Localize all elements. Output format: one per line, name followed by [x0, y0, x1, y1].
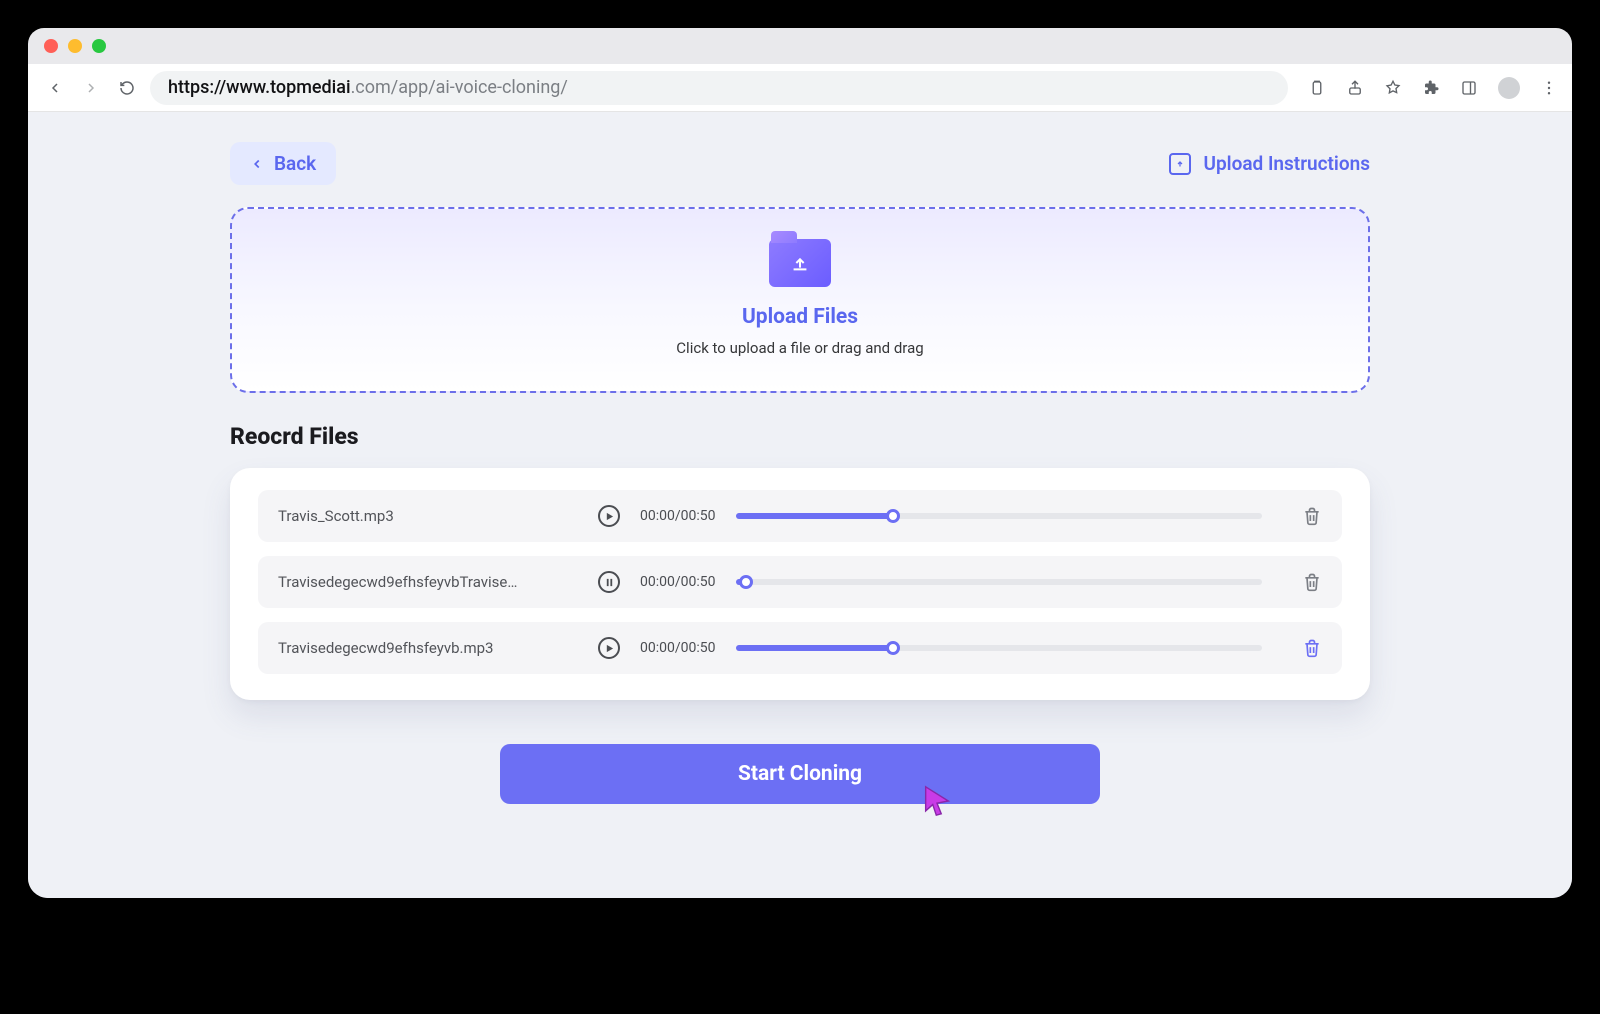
- back-button[interactable]: Back: [230, 142, 336, 185]
- seek-thumb[interactable]: [886, 509, 900, 523]
- file-row: Travisedegecwd9efhsfeyvbTravise… 00:00/00…: [258, 556, 1342, 608]
- share-icon[interactable]: [1346, 79, 1364, 97]
- delete-button[interactable]: [1302, 506, 1322, 526]
- nav-reload-button[interactable]: [114, 75, 140, 101]
- url-text-host: https://www.topmediai: [168, 77, 351, 98]
- file-name: Travisedegecwd9efhsfeyvbTravise…: [278, 573, 578, 591]
- upload-dropzone[interactable]: Upload Files Click to upload a file or d…: [230, 207, 1370, 393]
- dropzone-subtitle: Click to upload a file or drag and drag: [252, 339, 1348, 357]
- address-bar[interactable]: https://www.topmediai.com/app/ai-voice-c…: [150, 71, 1288, 105]
- file-name: Travisedegecwd9efhsfeyvb.mp3: [278, 639, 578, 657]
- delete-button[interactable]: [1302, 572, 1322, 592]
- document-icon: [1169, 153, 1191, 175]
- nav-forward-button[interactable]: [78, 75, 104, 101]
- browser-action-icons: [1308, 77, 1558, 99]
- seek-bar[interactable]: [736, 513, 1262, 519]
- window-traffic-lights[interactable]: [44, 39, 106, 53]
- files-card: Travis_Scott.mp300:00/00:50Travisedegecw…: [230, 468, 1370, 700]
- clipboard-icon[interactable]: [1308, 79, 1326, 97]
- back-button-label: Back: [274, 152, 316, 175]
- file-name: Travis_Scott.mp3: [278, 507, 578, 525]
- maximize-icon[interactable]: [92, 39, 106, 53]
- delete-button[interactable]: [1302, 638, 1322, 658]
- section-title: Reocrd Files: [230, 423, 1370, 450]
- minimize-icon[interactable]: [68, 39, 82, 53]
- bookmark-star-icon[interactable]: [1384, 79, 1402, 97]
- start-cloning-button[interactable]: Start Cloning: [500, 744, 1100, 804]
- panel-icon[interactable]: [1460, 79, 1478, 97]
- file-time: 00:00/00:50: [640, 574, 716, 590]
- seek-bar[interactable]: [736, 645, 1262, 651]
- play-button[interactable]: [598, 505, 620, 527]
- seek-thumb[interactable]: [739, 575, 753, 589]
- cursor-pointer-icon: [920, 782, 954, 820]
- file-time: 00:00/00:50: [640, 508, 716, 524]
- seek-bar[interactable]: [736, 579, 1262, 585]
- upload-instructions-link[interactable]: Upload Instructions: [1169, 152, 1370, 175]
- url-text-path: .com/app/ai-voice-cloning/: [351, 77, 568, 98]
- pause-button[interactable]: [598, 571, 620, 593]
- browser-window: https://www.topmediai.com/app/ai-voice-c…: [28, 28, 1572, 898]
- upload-folder-icon: [769, 239, 831, 287]
- file-row: Travisedegecwd9efhsfeyvb.mp3 00:00/00:50: [258, 622, 1342, 674]
- profile-avatar[interactable]: [1498, 77, 1520, 99]
- dropzone-title: Upload Files: [252, 305, 1348, 329]
- nav-back-button[interactable]: [42, 75, 68, 101]
- start-cloning-label: Start Cloning: [738, 762, 862, 786]
- seek-thumb[interactable]: [886, 641, 900, 655]
- upload-instructions-label: Upload Instructions: [1203, 152, 1370, 175]
- more-menu-icon[interactable]: [1540, 79, 1558, 97]
- close-icon[interactable]: [44, 39, 58, 53]
- window-titlebar: [28, 28, 1572, 64]
- play-button[interactable]: [598, 637, 620, 659]
- extensions-icon[interactable]: [1422, 79, 1440, 97]
- file-row: Travis_Scott.mp3 00:00/00:50: [258, 490, 1342, 542]
- browser-toolbar: https://www.topmediai.com/app/ai-voice-c…: [28, 64, 1572, 112]
- file-time: 00:00/00:50: [640, 640, 716, 656]
- page-viewport: Back Upload Instructions Upload Files Cl: [28, 112, 1572, 898]
